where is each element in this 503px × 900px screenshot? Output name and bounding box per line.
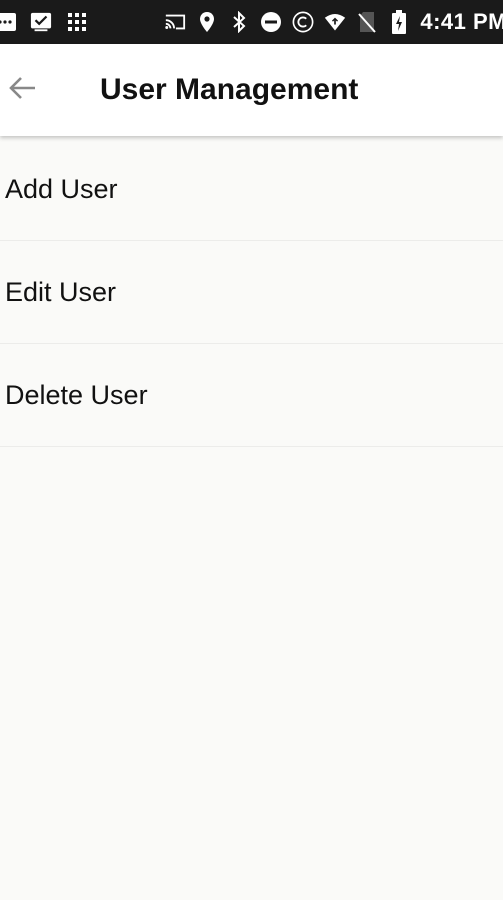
status-time: 4:41 PM [420, 9, 503, 34]
cast-icon [164, 11, 186, 33]
page-title: User Management [100, 73, 359, 106]
grid-icon [66, 11, 88, 33]
do-not-disturb-icon [260, 11, 282, 33]
status-bar: 4:41 PM [0, 0, 503, 44]
menu-item-label: Edit User [5, 276, 117, 307]
menu-list: Add User Edit User Delete User [0, 138, 503, 447]
notification-more-icon [0, 11, 16, 33]
wifi-icon [324, 11, 346, 33]
battery-icon [388, 10, 410, 34]
app-bar: User Management [0, 44, 503, 136]
copyright-icon [292, 11, 314, 33]
bluetooth-icon [228, 11, 250, 33]
menu-item-label: Add User [5, 173, 118, 204]
status-left-icons [0, 11, 88, 33]
location-icon [196, 11, 218, 33]
status-right-icons: 4:41 PM [164, 9, 503, 35]
menu-item-label: Delete User [5, 379, 148, 410]
menu-item-delete-user[interactable]: Delete User [0, 344, 503, 447]
back-arrow-icon [7, 75, 37, 106]
menu-item-add-user[interactable]: Add User [0, 138, 503, 241]
menu-item-edit-user[interactable]: Edit User [0, 241, 503, 344]
no-sim-icon [356, 11, 378, 33]
checkbox-icon [30, 11, 52, 33]
back-button[interactable] [0, 62, 50, 118]
